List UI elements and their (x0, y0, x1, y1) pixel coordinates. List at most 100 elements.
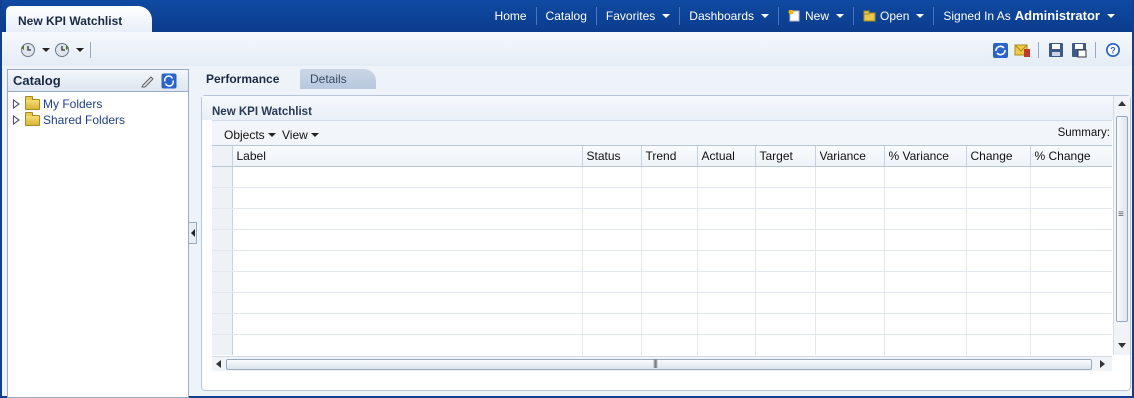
objects-menu[interactable]: Objects (224, 128, 276, 142)
table-cell[interactable] (641, 250, 698, 272)
table-cell[interactable] (582, 187, 642, 209)
table-cell[interactable] (582, 250, 642, 272)
table-cell[interactable] (815, 271, 885, 293)
table-cell[interactable] (755, 250, 816, 272)
column-header-status[interactable]: Status (582, 146, 642, 167)
table-cell[interactable] (1030, 208, 1112, 230)
table-cell[interactable] (697, 271, 756, 293)
table-cell[interactable] (815, 208, 885, 230)
nav-favorites-menu[interactable]: Favorites (595, 7, 679, 25)
table-cell[interactable] (966, 166, 1031, 188)
table-row[interactable] (212, 166, 1112, 188)
table-cell[interactable] (884, 229, 967, 251)
table-cell[interactable] (815, 250, 885, 272)
table-cell[interactable] (697, 313, 756, 335)
history-back-button[interactable] (20, 41, 50, 59)
table-cell[interactable] (697, 292, 756, 314)
table-cell[interactable] (232, 208, 583, 230)
table-cell[interactable] (232, 271, 583, 293)
table-cell[interactable] (582, 292, 642, 314)
table-cell[interactable] (966, 187, 1031, 209)
table-cell[interactable] (755, 208, 816, 230)
table-cell[interactable] (582, 208, 642, 230)
tree-item-my-folders[interactable]: My Folders (8, 95, 188, 112)
table-cell[interactable] (697, 250, 756, 272)
column-header-trend[interactable]: Trend (641, 146, 698, 167)
table-cell[interactable] (641, 292, 698, 314)
row-header[interactable] (212, 250, 233, 272)
table-cell[interactable] (815, 166, 885, 188)
column-header-label[interactable]: Label (232, 146, 583, 167)
table-cell[interactable] (966, 271, 1031, 293)
table-cell[interactable] (697, 229, 756, 251)
table-cell[interactable] (1030, 166, 1112, 188)
table-cell[interactable] (815, 187, 885, 209)
table-cell[interactable] (697, 187, 756, 209)
row-header[interactable] (212, 271, 233, 293)
table-cell[interactable] (582, 334, 642, 355)
table-cell[interactable] (966, 250, 1031, 272)
row-header[interactable] (212, 313, 233, 335)
table-cell[interactable] (641, 208, 698, 230)
table-cell[interactable] (641, 334, 698, 355)
vertical-scroll-thumb[interactable] (1116, 116, 1128, 322)
table-cell[interactable] (697, 166, 756, 188)
horizontal-scroll-thumb[interactable] (226, 358, 1092, 370)
table-cell[interactable] (232, 334, 583, 355)
column-header-pct-change[interactable]: % Change (1030, 146, 1112, 167)
scroll-down-arrow-icon[interactable] (1118, 343, 1126, 348)
column-header-actual[interactable]: Actual (697, 146, 756, 167)
scroll-up-arrow-icon[interactable] (1118, 101, 1126, 106)
history-forward-button[interactable] (54, 41, 84, 59)
table-cell[interactable] (232, 187, 583, 209)
expand-arrow-icon[interactable] (13, 115, 20, 125)
table-cell[interactable] (755, 229, 816, 251)
scroll-right-arrow-icon[interactable] (1100, 360, 1105, 368)
table-cell[interactable] (582, 166, 642, 188)
table-cell[interactable] (1030, 271, 1112, 293)
horizontal-scrollbar[interactable] (212, 356, 1112, 371)
table-cell[interactable] (966, 229, 1031, 251)
export-button[interactable] (1014, 41, 1031, 59)
edit-pencil-icon[interactable] (140, 73, 155, 88)
table-cell[interactable] (641, 166, 698, 188)
column-header-pct-variance[interactable]: % Variance (884, 146, 967, 167)
nav-open-menu[interactable]: Open (853, 7, 933, 25)
column-header-change[interactable]: Change (966, 146, 1031, 167)
table-cell[interactable] (755, 313, 816, 335)
table-cell[interactable] (232, 292, 583, 314)
tree-item-shared-folders[interactable]: Shared Folders (8, 111, 188, 128)
table-cell[interactable] (884, 334, 967, 355)
nav-dashboards-menu[interactable]: Dashboards (679, 7, 778, 25)
table-cell[interactable] (582, 271, 642, 293)
table-cell[interactable] (966, 208, 1031, 230)
table-cell[interactable] (815, 313, 885, 335)
refresh-icon[interactable] (161, 73, 177, 89)
table-cell[interactable] (1030, 250, 1112, 272)
table-row[interactable] (212, 313, 1112, 335)
table-cell[interactable] (232, 229, 583, 251)
table-row[interactable] (212, 292, 1112, 314)
table-cell[interactable] (755, 292, 816, 314)
nav-new-menu[interactable]: New (778, 7, 853, 25)
table-row[interactable] (212, 250, 1112, 272)
table-cell[interactable] (697, 208, 756, 230)
table-cell[interactable] (966, 313, 1031, 335)
table-cell[interactable] (884, 208, 967, 230)
view-menu[interactable]: View (282, 128, 319, 142)
table-row[interactable] (212, 229, 1112, 251)
table-cell[interactable] (641, 229, 698, 251)
row-header[interactable] (212, 208, 233, 230)
table-cell[interactable] (232, 250, 583, 272)
table-cell[interactable] (1030, 187, 1112, 209)
table-cell[interactable] (1030, 292, 1112, 314)
nav-catalog-link[interactable]: Catalog (535, 7, 596, 25)
table-cell[interactable] (815, 229, 885, 251)
nav-home-link[interactable]: Home (486, 7, 536, 25)
table-cell[interactable] (755, 334, 816, 355)
table-cell[interactable] (641, 313, 698, 335)
table-cell[interactable] (582, 313, 642, 335)
row-header[interactable] (212, 166, 233, 188)
row-header[interactable] (212, 229, 233, 251)
table-cell[interactable] (815, 292, 885, 314)
